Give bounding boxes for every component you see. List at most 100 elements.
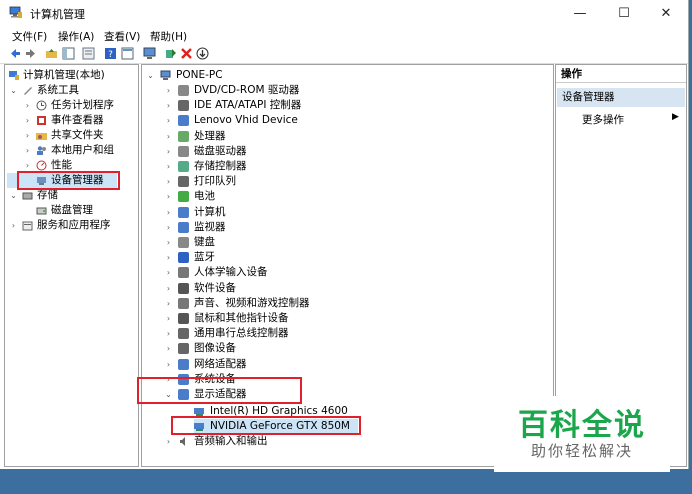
tree-label: 任务计划程序 — [51, 99, 114, 111]
tree-label: 音频输入和输出 — [194, 435, 268, 447]
menu-action[interactable]: 操作(A) — [58, 29, 94, 44]
device-category-5[interactable]: › 存储控制器 — [144, 159, 544, 174]
actions-section-device-manager[interactable]: 设备管理器 — [557, 88, 685, 107]
help-icon[interactable]: ? — [104, 47, 117, 60]
device-category-icon — [178, 237, 189, 248]
tree-item-computer-management[interactable]: 计算机管理(本地) — [7, 68, 137, 83]
chevron-right-icon[interactable]: › — [164, 205, 173, 220]
device-category-17[interactable]: › 图像设备 — [144, 341, 544, 356]
device-category-3[interactable]: › 处理器 — [144, 129, 544, 144]
chevron-right-icon[interactable]: › — [23, 98, 32, 113]
clock-icon — [36, 100, 47, 111]
uninstall-x-icon[interactable] — [180, 47, 193, 60]
chevron-right-icon[interactable]: › — [164, 113, 173, 128]
close-button[interactable]: ✕ — [644, 0, 688, 27]
view-icon[interactable] — [121, 47, 134, 60]
tree-label: 图像设备 — [194, 342, 236, 355]
device-category-icon — [178, 358, 189, 370]
chevron-down-icon[interactable]: ⌄ — [146, 68, 155, 83]
chevron-right-icon[interactable]: › — [164, 311, 173, 326]
toolbar: ? — [0, 45, 688, 64]
device-category-12[interactable]: › 人体学输入设备 — [144, 265, 544, 280]
device-category-7[interactable]: › 电池 — [144, 189, 544, 204]
device-category-4[interactable]: › 磁盘驱动器 — [144, 144, 544, 159]
device-category-2[interactable]: › Lenovo Vhid Device — [144, 113, 544, 128]
back-arrow-icon[interactable] — [9, 47, 22, 60]
chevron-right-icon[interactable]: › — [164, 341, 173, 356]
chevron-down-icon[interactable]: ⌄ — [9, 188, 18, 203]
tree-label: 电池 — [194, 190, 215, 203]
tree-label: 鼠标和其他指针设备 — [194, 312, 289, 324]
chevron-right-icon[interactable]: › — [164, 98, 173, 113]
chevron-right-icon[interactable]: › — [164, 296, 173, 311]
console-tree-icon[interactable] — [62, 47, 75, 60]
monitor-icon[interactable] — [143, 47, 156, 60]
tree-item-services-applications[interactable]: › 服务和应用程序 — [7, 218, 137, 233]
device-category-8[interactable]: › 计算机 — [144, 205, 544, 220]
device-category-1[interactable]: › IDE ATA/ATAPI 控制器 — [144, 98, 544, 113]
tree-item-storage[interactable]: ⌄ 存储 — [7, 188, 137, 203]
device-category-18[interactable]: › 网络适配器 — [144, 357, 544, 372]
chevron-right-icon[interactable]: › — [23, 143, 32, 158]
chevron-right-icon[interactable]: › — [164, 235, 173, 250]
chevron-right-icon[interactable]: › — [164, 326, 173, 341]
chevron-right-icon[interactable]: › — [164, 434, 173, 449]
highlight-box-device-manager — [17, 171, 120, 190]
up-folder-icon[interactable] — [45, 47, 58, 60]
device-category-13[interactable]: › 软件设备 — [144, 281, 544, 296]
enable-device-icon[interactable] — [164, 47, 177, 60]
device-category-15[interactable]: › 鼠标和其他指针设备 — [144, 311, 544, 326]
tree-label: DVD/CD-ROM 驱动器 — [194, 84, 300, 96]
tree-label: 通用串行总线控制器 — [194, 327, 289, 340]
tree-item-event-viewer[interactable]: › 事件查看器 — [7, 113, 137, 128]
chevron-down-icon[interactable]: ⌄ — [9, 83, 18, 98]
device-category-audio-io[interactable]: › 音频输入和输出 — [144, 434, 544, 449]
title-bar: 计算机管理 — ☐ ✕ — [0, 0, 688, 27]
svg-text:?: ? — [108, 50, 113, 60]
tree-root-pc[interactable]: ⌄ PONE-PC — [144, 68, 544, 83]
chevron-right-icon[interactable]: › — [23, 128, 32, 143]
chevron-right-icon[interactable]: › — [164, 265, 173, 280]
chevron-right-icon[interactable]: › — [164, 144, 173, 159]
menu-file[interactable]: 文件(F) — [12, 29, 47, 44]
chevron-right-icon[interactable]: › — [164, 174, 173, 189]
device-category-icon — [178, 130, 189, 142]
chevron-right-icon[interactable]: › — [164, 281, 173, 296]
chevron-right-icon[interactable]: › — [9, 218, 18, 233]
chevron-right-icon[interactable]: › — [164, 83, 173, 98]
tree-label: 共享文件夹 — [51, 129, 104, 141]
tree-item-shared-folders[interactable]: › 共享文件夹 — [7, 128, 137, 143]
update-driver-icon[interactable] — [196, 47, 209, 60]
device-category-0[interactable]: › DVD/CD-ROM 驱动器 — [144, 83, 544, 98]
forward-arrow-icon[interactable] — [24, 47, 37, 60]
device-category-icon — [178, 115, 189, 127]
properties-icon[interactable] — [82, 47, 95, 60]
device-category-6[interactable]: › 打印队列 — [144, 174, 544, 189]
device-category-14[interactable]: › 声音、视频和游戏控制器 — [144, 296, 544, 311]
tree-label: PONE-PC — [176, 69, 223, 81]
shared-folder-icon — [36, 133, 47, 140]
tree-item-disk-management[interactable]: 磁盘管理 — [7, 203, 137, 218]
tools-icon — [24, 87, 32, 95]
more-actions-link[interactable]: 更多操作 — [582, 112, 624, 127]
menu-help[interactable]: 帮助(H) — [150, 29, 187, 44]
minimize-button[interactable]: — — [558, 0, 602, 27]
device-category-11[interactable]: › 蓝牙 — [144, 250, 544, 265]
tree-item-local-users-groups[interactable]: › 本地用户和组 — [7, 143, 137, 158]
device-category-16[interactable]: › 通用串行总线控制器 — [144, 326, 544, 341]
tree-label: 存储 — [37, 189, 58, 201]
chevron-right-icon[interactable]: › — [164, 250, 173, 265]
tree-item-task-scheduler[interactable]: › 任务计划程序 — [7, 98, 137, 113]
chevron-right-icon[interactable]: › — [164, 159, 173, 174]
tree-label: 软件设备 — [194, 281, 236, 294]
device-category-10[interactable]: › 键盘 — [144, 235, 544, 250]
chevron-right-icon[interactable]: › — [23, 113, 32, 128]
maximize-button[interactable]: ☐ — [602, 0, 646, 27]
chevron-right-icon[interactable]: › — [164, 189, 173, 204]
menu-view[interactable]: 查看(V) — [104, 29, 140, 44]
chevron-right-icon[interactable]: › — [164, 357, 173, 372]
chevron-right-icon[interactable]: › — [164, 220, 173, 235]
device-category-9[interactable]: › 监视器 — [144, 220, 544, 235]
chevron-right-icon[interactable]: › — [164, 129, 173, 144]
tree-item-system-tools[interactable]: ⌄ 系统工具 — [7, 83, 137, 98]
